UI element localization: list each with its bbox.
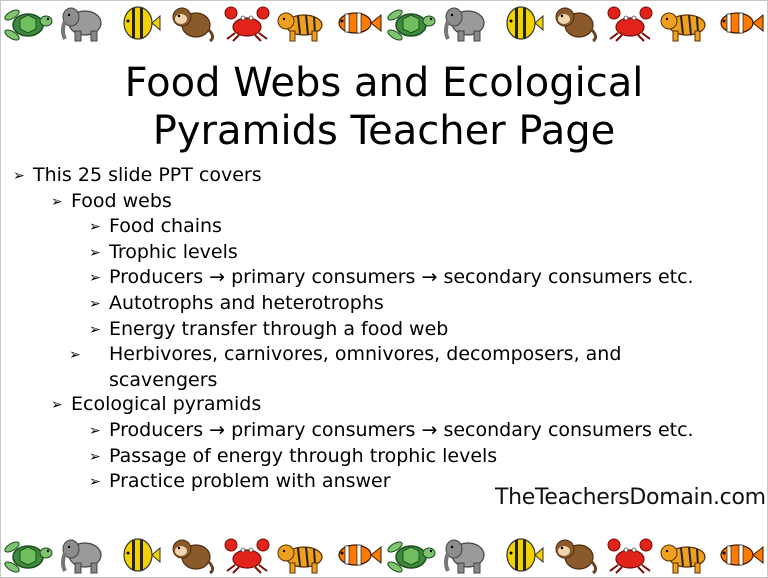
elephant-icon	[440, 3, 492, 43]
bullet-list: ➢ This 25 slide PPT covers ➢ Food webs ➢ Fo…	[13, 163, 757, 495]
bullet-item: ➢ Ecological pyramids	[13, 392, 757, 418]
bullet-arrow-icon: ➢	[89, 270, 101, 287]
butterflyfish-icon	[112, 3, 164, 43]
bullet-text: Food chains	[109, 215, 222, 238]
bullet-text: Ecological pyramids	[71, 393, 262, 416]
butterflyfish-icon	[495, 535, 547, 575]
bullet-item: ➢ Food chains	[13, 214, 757, 240]
bullet-arrow-icon: ➢	[51, 193, 63, 210]
bullet-arrow-icon: ➢	[89, 295, 101, 312]
title-line-2: Pyramids Teacher Page	[152, 108, 616, 154]
turtle-icon	[385, 535, 437, 575]
bullet-arrow-icon: ➢	[13, 168, 25, 184]
clownfish-icon	[331, 3, 383, 43]
bullet-item: ➢ Producers → primary consumers → seconda…	[13, 265, 757, 291]
clownfish-icon	[713, 535, 765, 575]
slide-title: Food Webs and Ecological Pyramids Teache…	[1, 59, 767, 155]
bullet-text: Food webs	[71, 189, 172, 212]
bullet-arrow-icon: ➢	[89, 422, 101, 439]
turtle-icon	[2, 3, 54, 43]
bullet-text: Energy transfer through a food web	[109, 317, 449, 340]
bullet-arrow-icon: ➢	[89, 448, 101, 465]
clownfish-icon	[331, 535, 383, 575]
crab-icon	[221, 535, 273, 575]
bullet-item: ➢ Energy transfer through a food web	[13, 317, 757, 343]
bullet-arrow-icon: ➢	[89, 244, 101, 261]
elephant-icon	[57, 3, 109, 43]
bottom-animal-border	[1, 533, 767, 577]
bullet-arrow-icon: ➢	[51, 397, 63, 414]
bullet-arrow-icon: ➢	[89, 219, 101, 236]
top-animal-border	[1, 1, 767, 45]
elephant-icon	[57, 535, 109, 575]
bullet-arrow-icon: ➢	[89, 321, 101, 338]
bullet-arrow-icon: ➢	[89, 474, 101, 491]
bullet-text: Trophic levels	[109, 240, 238, 263]
bullet-text: Producers → primary consumers → secondar…	[109, 266, 694, 289]
bullet-item: ➢ Autotrophs and heterotrophs	[13, 291, 757, 317]
watermark-text: TheTeachersDomain.com	[495, 485, 766, 510]
monkey-icon	[166, 535, 218, 575]
bullet-item: ➢ Passage of energy through trophic level…	[13, 444, 757, 470]
bullet-text: Producers → primary consumers → secondar…	[109, 418, 694, 441]
clownfish-icon	[713, 3, 765, 43]
turtle-icon	[2, 535, 54, 575]
crab-icon	[604, 3, 656, 43]
bullet-item: ➢ Trophic levels	[13, 240, 757, 266]
tiger-icon	[276, 535, 328, 575]
turtle-icon	[385, 3, 437, 43]
title-line-1: Food Webs and Ecological	[124, 60, 644, 106]
butterflyfish-icon	[112, 535, 164, 575]
elephant-icon	[440, 535, 492, 575]
monkey-icon	[166, 3, 218, 43]
bullet-text: Passage of energy through trophic levels	[109, 444, 498, 467]
crab-icon	[604, 535, 656, 575]
bullet-text: This 25 slide PPT covers	[33, 164, 262, 186]
bullet-text: Autotrophs and heterotrophs	[109, 291, 384, 314]
bullet-text: Herbivores, carnivores, omnivores, decom…	[109, 343, 622, 391]
bullet-text: Practice problem with answer	[109, 470, 391, 493]
monkey-icon	[549, 3, 601, 43]
crab-icon	[221, 3, 273, 43]
tiger-icon	[276, 3, 328, 43]
bullet-item: ➢ Herbivores, carnivores, omnivores, deco…	[13, 342, 679, 392]
bullet-item: ➢ Producers → primary consumers → seconda…	[13, 418, 757, 444]
monkey-icon	[549, 535, 601, 575]
bullet-item: ➢ This 25 slide PPT covers	[13, 163, 757, 189]
tiger-icon	[659, 535, 711, 575]
bullet-arrow-icon: ➢	[69, 347, 81, 364]
bullet-item: ➢ Food webs	[13, 189, 757, 215]
tiger-icon	[659, 3, 711, 43]
slide: Food Webs and Ecological Pyramids Teache…	[0, 0, 768, 578]
butterflyfish-icon	[495, 3, 547, 43]
